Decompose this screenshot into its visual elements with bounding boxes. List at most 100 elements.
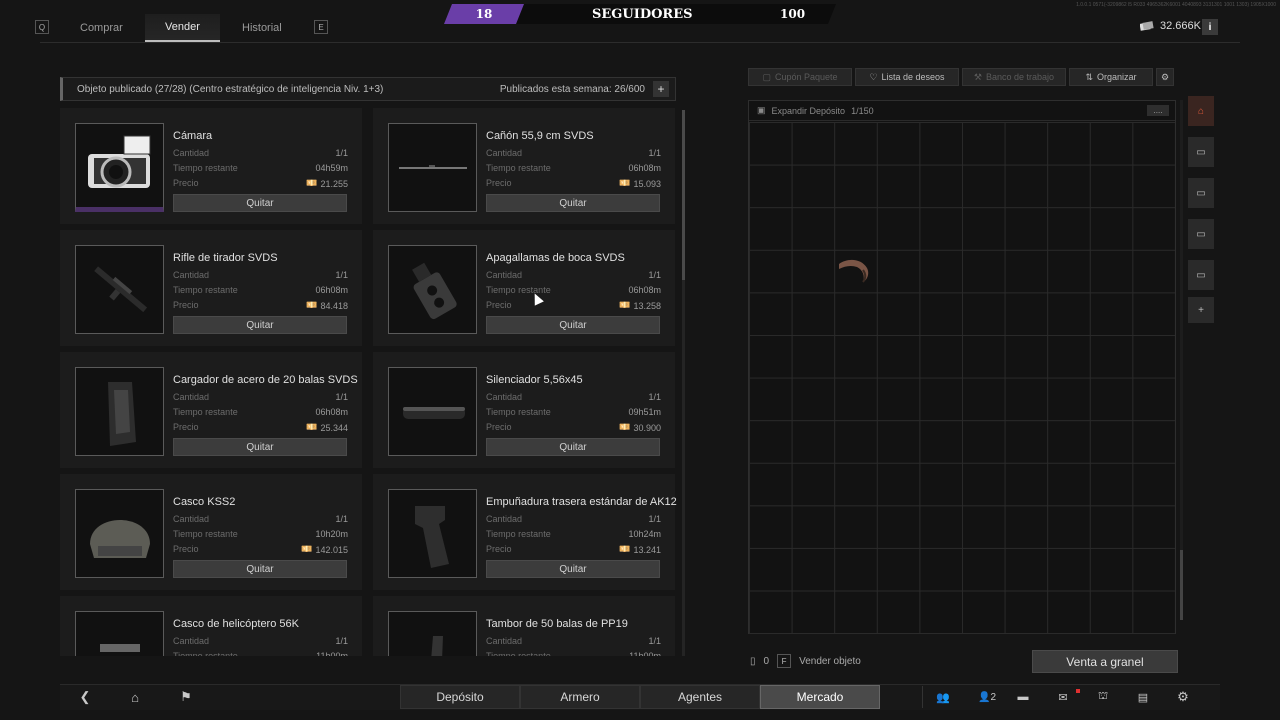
squad-icon[interactable]: 👥 [930,686,956,708]
followers-label: SEGUIDORES [592,7,693,22]
listing-card-barrel-svds[interactable]: Cañón 55,9 cm SVDS Cantidad 1/1 Tiempo re… [373,108,675,224]
listing-title: Casco de helicóptero 56K [173,618,299,630]
remove-listing-button[interactable]: Quitar [486,316,660,334]
expand-stash-label[interactable]: Expandir Depósito [772,106,846,116]
tab-comprar[interactable]: Comprar [60,14,143,42]
listing-card-pp19-drum[interactable]: Tambor de 50 balas de PP19 Cantidad 1/1 T… [373,596,675,656]
listing-quantity: 1/1 [648,514,661,524]
item-thumbnail[interactable] [75,489,164,578]
listing-card-ak12-grip[interactable]: Empuñadura trasera estándar de AK12 Cant… [373,474,677,590]
stash-tab-1[interactable]: ▭ [1188,137,1214,167]
quantity-row: Cantidad 1/1 [173,148,348,158]
quantity-row: Cantidad 1/1 [486,148,661,158]
flag-icon[interactable]: ⚑ [173,686,199,708]
stash-menu-button[interactable]: .... [1147,105,1169,116]
item-thumbnail[interactable] [75,245,164,334]
settings-gear-icon[interactable]: ⚙ [1170,686,1196,708]
listing-time: 06h08m [628,285,661,295]
nav-tab-agentes[interactable]: Agentes [640,685,760,709]
stash-toolbar: ▢ Cupón Paquete ♡ Lista de deseos ⚒ Banc… [748,68,1174,86]
workbench-button[interactable]: ⚒ Banco de trabajo [962,68,1066,86]
remove-listing-button[interactable]: Quitar [486,194,660,212]
stash-tab-3[interactable]: ▭ [1188,219,1214,249]
bulk-sell-button[interactable]: Venta a granel [1032,650,1178,673]
item-thumbnail[interactable] [75,611,164,656]
currency-icon: 💴 [301,544,313,554]
container-icon: ▭ [1196,146,1206,158]
currency-icon: 💴 [619,178,631,188]
remove-listing-button[interactable]: Quitar [486,560,660,578]
listing-card-svds-muzzle-brake[interactable]: Apagallamas de boca SVDS Cantidad 1/1 Tie… [373,230,675,346]
time-row: Tiempo restante 10h20m [173,529,348,539]
quantity-label: Cantidad [173,514,210,524]
item-thumbnail[interactable] [388,245,477,334]
listing-card-svds-magazine[interactable]: Cargador de acero de 20 balas SVDS Canti… [60,352,362,468]
listing-card-suppressor[interactable]: Silenciador 5,56x45 Cantidad 1/1 Tiempo r… [373,352,675,468]
item-thumbnail[interactable] [75,123,164,212]
listing-card-svds-rifle[interactable]: Rifle de tirador SVDS Cantidad 1/1 Tiempo… [60,230,362,346]
nav-tab-armero[interactable]: Armero [520,685,640,709]
settings-button[interactable]: ⚙ [1156,68,1174,86]
expand-slots-button[interactable]: + [653,81,669,97]
organize-button[interactable]: ⇅ Organizar [1069,68,1153,86]
item-thumbnail[interactable] [388,367,477,456]
container-icon: ▭ [1196,187,1206,199]
listing-title: Cámara [173,130,213,142]
followers-target: 100 [780,7,806,21]
listing-time: 06h08m [315,407,348,417]
coupon-icon: ▢ [762,71,771,82]
coupon-package-button[interactable]: ▢ Cupón Paquete [748,68,852,86]
price-row: Precio 💴 30.900 [486,422,661,433]
stash-tab-2[interactable]: ▭ [1188,178,1214,208]
shop-icon[interactable]: ⛫ [1090,686,1116,708]
nav-tab-deposito[interactable]: Depósito [400,685,520,709]
item-thumbnail[interactable] [388,123,477,212]
friends-button[interactable]: 👤 2 [972,686,1002,708]
listing-card-camera[interactable]: Cámara Cantidad 1/1 Tiempo restante 04h59m… [60,108,362,224]
remove-listing-button[interactable]: Quitar [173,316,347,334]
stash-scrollbar[interactable] [1180,100,1183,620]
currency-display: 32.666K [1140,20,1201,32]
mail-icon[interactable]: ✉ [1050,686,1076,708]
nav-tab-mercado[interactable]: Mercado [760,685,880,709]
listing-quantity: 1/1 [335,392,348,402]
time-label: Tiempo restante [173,407,238,417]
listing-price: 25.344 [320,422,348,433]
tab-historial[interactable]: Historial [222,14,302,42]
add-stash-tab-button[interactable]: + [1188,297,1214,323]
remove-listing-button[interactable]: Quitar [486,438,660,456]
price-label: Precio [173,178,199,188]
wishlist-button[interactable]: ♡ Lista de deseos [855,68,959,86]
quantity-row: Cantidad 1/1 [173,514,348,524]
listing-card-kss2-helmet[interactable]: Casco KSS2 Cantidad 1/1 Tiempo restante 10… [60,474,362,590]
tab-vender[interactable]: Vender [145,14,220,42]
home-icon[interactable]: ⌂ [122,686,148,708]
stash-tab-4[interactable]: ▭ [1188,260,1214,290]
muzzle-brake-item-icon[interactable] [835,256,875,286]
remove-listing-button[interactable]: Quitar [173,560,347,578]
back-arrow-icon[interactable]: ❮ [72,686,98,708]
remove-listing-button[interactable]: Quitar [173,438,347,456]
currency-icon: 💴 [619,300,631,310]
price-label: Precio [486,300,512,310]
stash-tab-home[interactable]: ⌂ [1188,96,1214,126]
stash-grid[interactable] [749,122,1175,634]
chat-icon[interactable]: ▬ [1010,686,1036,708]
selected-count: 0 [763,655,770,667]
item-thumbnail[interactable] [388,489,477,578]
notes-icon[interactable]: ▤ [1130,686,1156,708]
listings-scrollbar[interactable] [682,110,685,656]
listing-card-heli-helmet[interactable]: Casco de helicóptero 56K Cantidad 1/1 Tie… [60,596,362,656]
currency-icon [1140,21,1154,31]
time-row: Tiempo restante 11h00m [486,651,661,656]
remove-listing-button[interactable]: Quitar [173,194,347,212]
time-row: Tiempo restante 06h08m [486,285,661,295]
item-thumbnail[interactable] [75,367,164,456]
info-button[interactable]: i [1202,19,1218,35]
listing-quantity: 1/1 [335,270,348,280]
currency-icon: 💴 [306,422,318,432]
listing-price: 13.258 [633,300,661,311]
listing-quantity: 1/1 [648,270,661,280]
item-thumbnail[interactable] [388,611,477,656]
coupon-label: Cupón Paquete [774,72,838,82]
